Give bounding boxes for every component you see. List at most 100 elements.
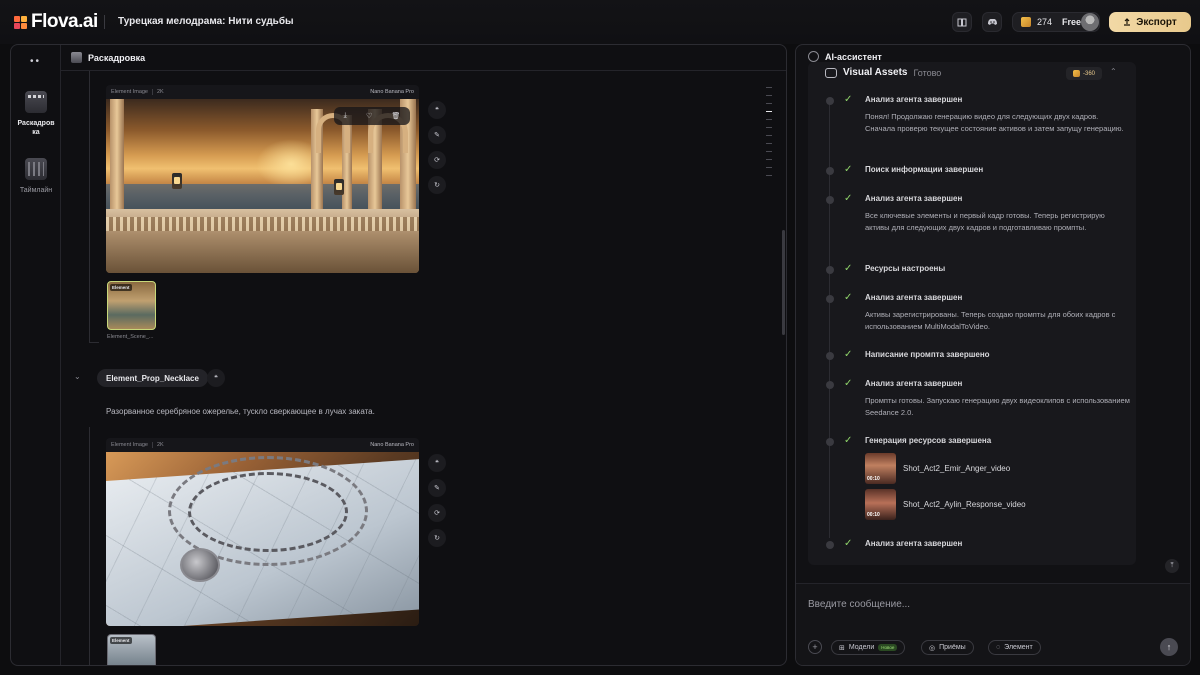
discord-icon[interactable] — [982, 12, 1002, 32]
sidebar-item-storyboard[interactable]: Раскадровка — [11, 91, 61, 137]
prop-side-tools: ❝ ✎ ⟳ ↻ — [428, 454, 446, 554]
edit-icon[interactable]: ✎ — [428, 126, 446, 144]
card-resolution: 2K — [157, 89, 164, 95]
scrollbar[interactable] — [782, 230, 785, 335]
regenerate-icon[interactable]: ↻ — [428, 176, 446, 194]
check-icon: ✓ — [844, 263, 853, 274]
step-dot — [826, 97, 834, 105]
step-body: Понял! Продолжаю генерацию видео для сле… — [865, 112, 1124, 133]
chevron-down-icon[interactable]: ⌄ — [74, 372, 81, 381]
storyboard-panel: •• Раскадровка Таймлайн Раскадровка Elem… — [10, 44, 787, 666]
step-title: Генерация ресурсов завершена — [865, 436, 992, 445]
step-dot — [826, 352, 834, 360]
quote-icon[interactable]: ❝ — [207, 369, 225, 387]
models-button[interactable]: ⊞ Модели Новое — [831, 640, 906, 655]
visual-assets-header[interactable]: Visual Assets Готово — [825, 67, 941, 78]
download-icon[interactable]: ⤓ — [344, 112, 347, 120]
plus-icon[interactable]: + — [808, 640, 822, 654]
sidebar: •• Раскадровка Таймлайн — [11, 45, 61, 665]
step-dot — [826, 196, 834, 204]
prop-image-card[interactable]: Element Image 2K Nano Banana Pro — [106, 438, 419, 626]
clapperboard-icon — [71, 52, 82, 63]
check-icon: ✓ — [844, 94, 853, 105]
assets-icon — [825, 67, 837, 78]
logo-icon — [14, 15, 27, 29]
assistant-header: AI-ассистент — [808, 51, 882, 62]
step-title: Поиск информации завершен — [865, 165, 984, 174]
coin-icon — [1021, 17, 1031, 27]
step-title: Анализ агента завершен — [865, 95, 963, 104]
step-body: Все ключевые элементы и первый кадр гото… — [865, 211, 1105, 232]
quote-icon[interactable]: ❝ — [428, 101, 446, 119]
step-dot — [826, 295, 834, 303]
header-divider — [104, 15, 105, 29]
scroll-to-top-icon[interactable]: ⤒ — [1165, 559, 1179, 573]
app-logo[interactable]: Flova.ai — [14, 11, 98, 33]
scene-thumbnail[interactable]: Element — [107, 281, 156, 330]
step-body: Промпты готовы. Запускаю генерацию двух … — [865, 396, 1130, 417]
quote-icon[interactable]: ❝ — [428, 454, 446, 472]
plan-label: Free — [1062, 17, 1082, 27]
export-button[interactable]: Экспорт — [1109, 12, 1191, 32]
replace-icon[interactable]: ⟳ — [428, 151, 446, 169]
thumb-caption: Element_Scene_... — [107, 334, 154, 340]
pill-label: Элемент — [1004, 644, 1033, 651]
card-resolution: 2K — [157, 442, 164, 448]
card-header: Element Image 2K Nano Banana Pro — [106, 85, 419, 99]
scene-image-card[interactable]: Element Image 2K Nano Banana Pro ⤓ ♡ 🗑 — [106, 85, 419, 273]
upload-icon — [1124, 18, 1131, 26]
edit-icon[interactable]: ✎ — [428, 479, 446, 497]
trash-icon[interactable]: 🗑 — [391, 112, 400, 120]
send-arrow-icon[interactable]: ↑ — [1160, 638, 1178, 656]
steps-line — [829, 98, 830, 538]
check-icon: ✓ — [844, 435, 853, 446]
replace-icon[interactable]: ⟳ — [428, 504, 446, 522]
cost-value: -360 — [1082, 70, 1095, 77]
video-duration: 00:10 — [867, 512, 880, 518]
more-dots-icon[interactable]: •• — [30, 56, 41, 67]
user-avatar[interactable] — [1081, 13, 1099, 31]
prop-thumbnail[interactable]: Element — [107, 634, 156, 665]
sidebar-item-timeline[interactable]: Таймлайн — [11, 158, 61, 195]
message-composer[interactable]: Введите сообщение... + ⊞ Модели Новое ◎ … — [796, 583, 1190, 665]
credits-count: 274 — [1037, 17, 1053, 27]
video-asset-item[interactable]: 00:10 Shot_Act2_Aylin_Response_video — [865, 489, 1026, 520]
element-chip[interactable]: Element_Prop_Necklace — [97, 369, 208, 387]
tree-branch — [89, 342, 99, 343]
visual-assets-status: Готово — [913, 67, 942, 78]
element-icon: ◌ — [996, 644, 1001, 651]
techniques-button[interactable]: ◎ Приёмы — [921, 640, 974, 655]
message-input[interactable]: Введите сообщение... — [808, 599, 910, 610]
panel-title: Раскадровка — [88, 52, 146, 63]
visual-assets-title: Visual Assets — [843, 67, 908, 78]
check-icon: ✓ — [844, 193, 853, 204]
scene-side-tools: ❝ ✎ ⟳ ↻ — [428, 101, 446, 201]
element-button[interactable]: ◌ Элемент — [988, 640, 1041, 655]
video-asset-item[interactable]: 00:10 Shot_Act2_Emir_Anger_video — [865, 453, 1010, 484]
sidebar-item-label: Таймлайн — [19, 187, 53, 194]
step-dot — [826, 266, 834, 274]
chevron-up-icon[interactable]: ⌃ — [1110, 67, 1117, 76]
step-dot — [826, 381, 834, 389]
film-icon: ◎ — [929, 644, 936, 652]
pill-label: Приёмы — [939, 644, 966, 651]
pill-label: Модели — [848, 644, 875, 651]
step-title: Анализ агента завершен — [865, 379, 963, 388]
sidebar-item-label: Раскадровка — [17, 120, 55, 136]
video-thumbnail: 00:10 — [865, 489, 896, 520]
scroll-markers[interactable] — [766, 87, 774, 183]
scene-image[interactable]: ⤓ ♡ 🗑 — [106, 99, 419, 273]
image-toolbar: ⤓ ♡ 🗑 — [334, 107, 410, 125]
prop-image[interactable] — [106, 452, 419, 626]
top-bar: Flova.ai Турецкая мелодрама: Нити судьбы… — [0, 0, 1200, 44]
regenerate-icon[interactable]: ↻ — [428, 529, 446, 547]
step-title: Анализ агента завершен — [865, 194, 963, 203]
video-name: Shot_Act2_Aylin_Response_video — [903, 500, 1026, 509]
project-title[interactable]: Турецкая мелодрама: Нити судьбы — [118, 16, 294, 27]
video-thumbnail: 00:10 — [865, 453, 896, 484]
logo-text: Flova.ai — [31, 11, 98, 32]
step-dot — [826, 167, 834, 175]
book-icon[interactable] — [952, 12, 972, 32]
storyboard-icon — [25, 91, 47, 113]
heart-icon[interactable]: ♡ — [366, 112, 372, 120]
